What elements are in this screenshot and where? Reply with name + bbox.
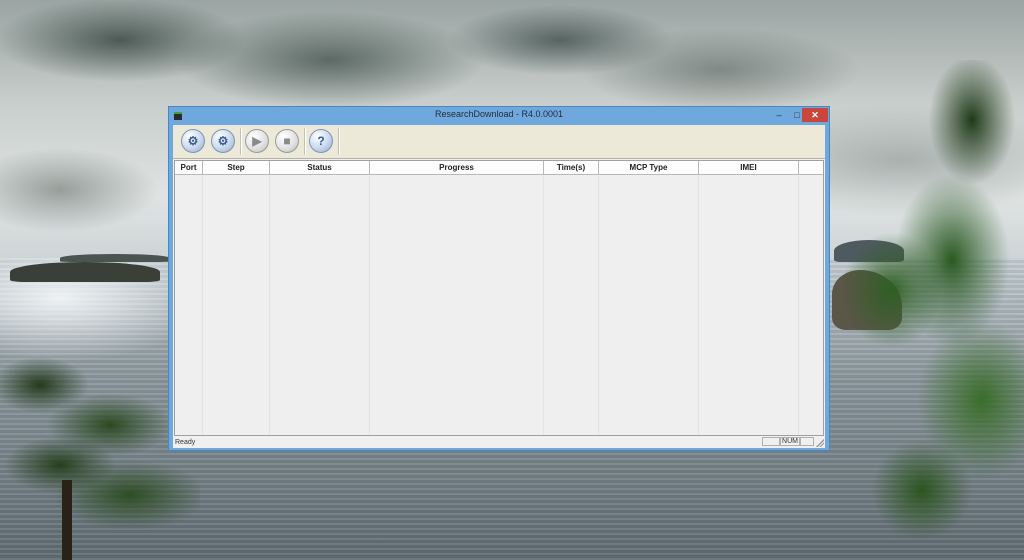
- window-client-area: ⚙ ⚙ ▶ ■ ? Port Step Status Progress Time…: [173, 125, 825, 448]
- list-rows: [175, 175, 823, 435]
- resize-grip[interactable]: [816, 439, 824, 447]
- close-button[interactable]: ✕: [802, 108, 828, 122]
- load-packet-button[interactable]: ⚙: [181, 129, 205, 153]
- gear-icon: ⚙: [187, 134, 199, 148]
- toolbar-separator: [240, 128, 242, 155]
- column-header-step[interactable]: Step: [203, 161, 270, 174]
- stop-download-button[interactable]: ■: [275, 129, 299, 153]
- wallpaper-island: [10, 262, 160, 282]
- wallpaper-trunk: [62, 480, 72, 560]
- column-header-imei[interactable]: IMEI: [699, 161, 799, 174]
- toolbar-separator: [338, 128, 340, 155]
- title-bar[interactable]: ResearchDownload - R4.0.0001 – □ ✕: [169, 107, 829, 125]
- status-bar: Ready NUM: [173, 437, 825, 448]
- settings-button[interactable]: ⚙: [211, 129, 235, 153]
- window-title: ResearchDownload - R4.0.0001: [434, 109, 564, 119]
- status-pane-scroll: [800, 437, 814, 446]
- stop-icon: ■: [283, 134, 291, 148]
- toolbar: ⚙ ⚙ ▶ ■ ?: [173, 125, 825, 159]
- wallpaper-trees-right: [832, 60, 1024, 560]
- list-header: Port Step Status Progress Time(s) MCP Ty…: [175, 161, 823, 175]
- play-icon: ▶: [252, 134, 262, 148]
- port-list[interactable]: Port Step Status Progress Time(s) MCP Ty…: [174, 160, 824, 436]
- status-pane-num: NUM: [780, 437, 800, 446]
- help-icon: ?: [317, 134, 325, 148]
- status-text: Ready: [175, 439, 196, 446]
- column-header-port[interactable]: Port: [175, 161, 203, 174]
- toolbar-separator: [304, 128, 306, 155]
- minimize-button[interactable]: –: [771, 108, 787, 122]
- status-pane-caps: [762, 437, 780, 446]
- column-header-filler: [799, 161, 823, 174]
- column-header-progress[interactable]: Progress: [370, 161, 544, 174]
- start-download-button[interactable]: ▶: [245, 129, 269, 153]
- wallpaper-far-island: [60, 254, 170, 262]
- column-header-status[interactable]: Status: [270, 161, 370, 174]
- column-header-time[interactable]: Time(s): [544, 161, 599, 174]
- column-header-mcp-type[interactable]: MCP Type: [599, 161, 699, 174]
- help-button[interactable]: ?: [309, 129, 333, 153]
- research-download-window: ResearchDownload - R4.0.0001 – □ ✕ ⚙ ⚙ ▶…: [168, 106, 830, 451]
- gears-icon: ⚙: [217, 134, 229, 148]
